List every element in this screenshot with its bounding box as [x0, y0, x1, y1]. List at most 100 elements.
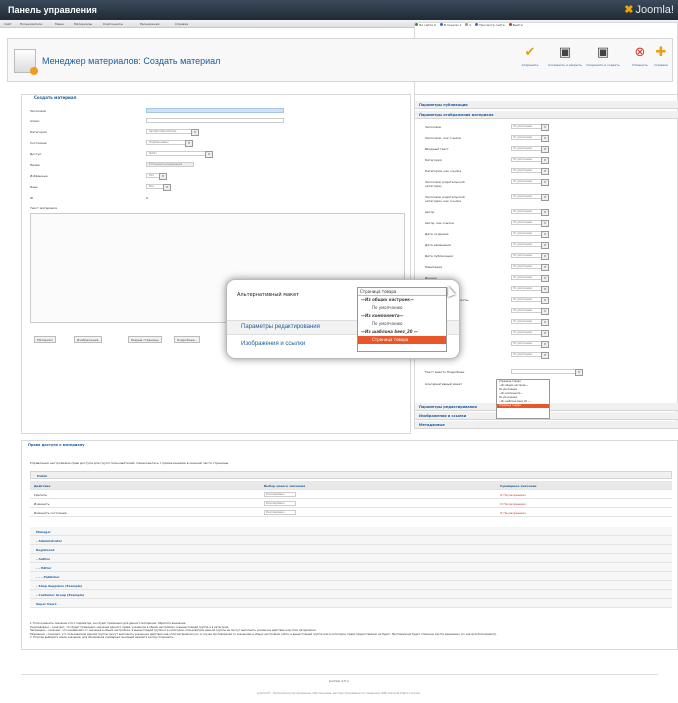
permission-select[interactable]: Унаследовано [264, 492, 296, 497]
menu-item-site[interactable]: Сайт [4, 22, 12, 26]
option-select[interactable]: По умолчанию [511, 319, 549, 326]
alias-input[interactable] [146, 118, 284, 123]
editor-pagebreak-button[interactable]: Разрыв страницы [128, 336, 162, 343]
save-close-button[interactable]: ▣ Сохранить и закрыть [548, 45, 582, 77]
set-permissions-button[interactable]: Установить разрешения [146, 162, 194, 167]
option-select[interactable]: По умолчанию [511, 308, 549, 315]
alt-layout-selected[interactable]: Страница товара [358, 288, 446, 296]
admin-header: Панель управления ✖ Joomla! [0, 0, 678, 20]
help-button[interactable]: ✚ Справка [650, 45, 672, 77]
callout-editing-options-link[interactable]: Параметры редактирования [241, 324, 320, 330]
dropdown-option[interactable]: По умолчанию [358, 320, 446, 328]
editor-article-button[interactable]: Материал [34, 336, 56, 343]
group-item-customer-group[interactable]: – Customer Group (Example) [30, 590, 672, 599]
menu-item-content[interactable]: Материалы [74, 22, 92, 26]
permissions-notes: 1. Если изменить значение этого параметр… [30, 622, 672, 640]
option-select[interactable]: По умолчанию [511, 168, 549, 175]
group-item-manager[interactable]: Manager [30, 527, 672, 536]
option-select[interactable]: По умолчанию [511, 146, 549, 153]
logout-icon [508, 23, 512, 26]
option-select[interactable]: По умолчанию [511, 231, 549, 238]
option-select[interactable]: По умолчанию [511, 253, 549, 260]
joomla-logo: ✖ Joomla! [624, 3, 674, 16]
publishing-options-toggle[interactable]: Параметры публикации [415, 101, 678, 109]
category-select[interactable]: Sample Data-Articles [146, 129, 199, 136]
featured-select[interactable]: Нет [146, 173, 167, 180]
option-select[interactable]: По умолчанию [511, 194, 549, 201]
group-item-editor[interactable]: – – Editor [30, 563, 672, 572]
menu-item-extensions[interactable]: Расширения [140, 22, 159, 26]
group-item-author[interactable]: – Author [30, 554, 672, 563]
option-select[interactable]: По умолчанию [511, 264, 549, 271]
access-select[interactable]: Public [146, 151, 213, 158]
option-select[interactable]: По умолчанию [511, 135, 549, 142]
alt-layout-dropdown[interactable]: Страница товара —Из общих настроек— По у… [357, 287, 447, 352]
option-select[interactable]: По умолчанию [511, 157, 549, 164]
save-new-button[interactable]: ▣ Сохранить и создать [586, 45, 620, 77]
permissions-table: Действие Выбор нового значения Суммарное… [30, 481, 672, 517]
editor-image-button[interactable]: Изображение [74, 336, 102, 343]
option-label: Навигация [425, 265, 443, 269]
option-select[interactable]: По умолчанию [511, 124, 549, 131]
option-label: Автор, как ссылка [425, 221, 454, 225]
option-select[interactable]: По умолчанию [511, 286, 549, 293]
dropdown-group-global: —Из общих настроек— [361, 297, 414, 302]
option-select[interactable]: По умолчанию [511, 330, 549, 337]
editor-readmore-button[interactable]: Подробнее... [174, 336, 201, 343]
state-select[interactable]: Опубликовано [146, 140, 193, 147]
dropdown-option-highlighted[interactable]: Страница товара [358, 336, 446, 344]
menu-item-users[interactable]: Пользователи [20, 22, 42, 26]
permission-select[interactable]: Унаследовано [264, 501, 296, 506]
header-action: Действие [34, 484, 51, 488]
table-header: Действие Выбор нового значения Суммарное… [30, 481, 672, 490]
option-select[interactable]: По умолчанию [511, 242, 549, 249]
readmore-text-input[interactable] [511, 369, 583, 376]
option-select[interactable]: По умолчанию [511, 341, 549, 348]
option-label: Автор [425, 210, 435, 214]
option-select[interactable]: По умолчанию [511, 179, 549, 186]
title-input[interactable] [146, 108, 284, 113]
save-icon: ▣ [558, 45, 572, 60]
option-select[interactable]: По умолчанию [511, 352, 549, 359]
group-item-super-users[interactable]: Super Users [30, 599, 672, 608]
footer-divider [21, 674, 658, 675]
option-label: Категория, как ссылка [425, 169, 462, 173]
group-item-administrator[interactable]: – Administrator [30, 536, 672, 545]
note-line: 2. Если вы выберете новое значение, для … [30, 636, 174, 640]
row-result: Не разрешено [500, 511, 526, 515]
field-label-id: ID [30, 196, 34, 200]
option-select[interactable]: По умолчанию [511, 209, 549, 216]
group-public-tab[interactable]: Public [30, 471, 672, 479]
preview-icon [475, 23, 479, 26]
option-select[interactable]: По умолчанию [511, 275, 549, 282]
save-button[interactable]: ✔ Сохранить [514, 45, 546, 77]
option-label: Заголовок родительской категории [425, 180, 465, 188]
option-label: Заголовок родительской категории, как сс… [425, 195, 465, 203]
form-legend: Создать материал [34, 95, 77, 100]
menu-item-help[interactable]: Справка [175, 22, 188, 26]
small-dd-item-selected[interactable]: Страница товара [497, 404, 549, 408]
option-select[interactable]: По умолчанию [511, 297, 549, 304]
help-icon: ✚ [655, 45, 667, 60]
permission-select[interactable]: Унаследовано [264, 510, 296, 515]
permissions-description: Управление настройками прав доступа для … [30, 461, 230, 465]
mail-icon [465, 23, 469, 26]
menu-item-components[interactable]: Компоненты [103, 22, 123, 26]
row-result: Не разрешено [500, 493, 526, 497]
alt-layout-select-small[interactable]: Страница товара —Из общих настроек— По у… [496, 379, 550, 419]
permissions-title[interactable]: Права доступа к материалу [28, 443, 85, 447]
metadata-toggle[interactable]: Метаданные [415, 421, 678, 429]
group-item-registered[interactable]: Registered [30, 545, 672, 554]
menu-item-menus[interactable]: Меню [55, 22, 64, 26]
language-select[interactable]: Все [146, 184, 171, 191]
callout-images-links-link[interactable]: Изображения и ссылки [241, 341, 305, 347]
group-item-shop-suppliers[interactable]: – Shop Suppliers (Example) [30, 581, 672, 590]
group-item-publisher[interactable]: – – – Publisher [30, 572, 672, 581]
field-label-title: Заголовок [30, 109, 47, 113]
display-options-toggle[interactable]: Параметры отображения материала [415, 111, 678, 119]
option-label: Дата создания [425, 232, 449, 236]
field-label-alias: Алиас [30, 119, 40, 123]
dropdown-option[interactable]: По умолчанию [358, 304, 446, 312]
save-new-icon: ▣ [596, 45, 610, 60]
option-select[interactable]: По умолчанию [511, 220, 549, 227]
